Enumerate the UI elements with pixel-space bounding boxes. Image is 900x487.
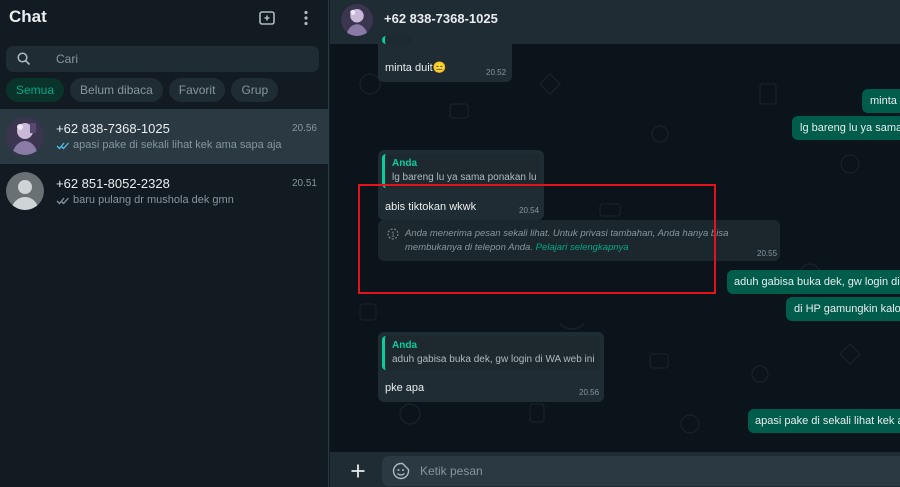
menu-button[interactable]	[295, 7, 317, 29]
notice-text: Anda menerima pesan sekali lihat. Untuk …	[405, 228, 729, 253]
chat-preview-text: baru pulang dr mushola dek gmn	[73, 194, 234, 206]
outgoing-message[interactable]: aduh gabisa buka dek, gw login di	[727, 270, 900, 294]
message-text: abis tiktokan wkwk	[385, 201, 477, 213]
chat-preview: apasi pake di sekali lihat kek ama sapa …	[56, 139, 282, 151]
default-avatar-icon	[6, 172, 44, 210]
filter-grup[interactable]: Grup	[231, 78, 279, 102]
emoji-unamused: 😑	[432, 62, 447, 74]
new-chat-button[interactable]	[256, 7, 278, 29]
chat-sidebar: Chat Semua	[0, 0, 329, 487]
quote-text: lg bareng lu ya sama ponakan lu	[392, 172, 537, 183]
message-time: 20.52	[486, 68, 507, 77]
quoted-message[interactable]: Anda lg bareng lu ya sama ponakan lu	[382, 154, 540, 188]
avatar	[6, 172, 44, 210]
chat-name: +62 838-7368-1025	[56, 121, 170, 136]
chat-list-item[interactable]: +62 851-8052-2328 20.51 baru pulang dr m…	[0, 164, 329, 219]
avatar	[6, 117, 44, 155]
message-text: aduh gabisa buka dek, gw login di	[734, 276, 900, 288]
view-once-notice: 1 Anda menerima pesan sekali lihat. Untu…	[378, 220, 780, 261]
message-time: 20.56	[579, 388, 600, 397]
outgoing-message[interactable]: di HP gamungkin kalo	[786, 297, 900, 321]
chat-name: +62 851-8052-2328	[56, 176, 170, 191]
view-once-icon: 1	[387, 228, 399, 240]
chat-list-item[interactable]: +62 838-7368-1025 20.56 apasi pake di se…	[0, 109, 329, 164]
contact-name: +62 838-7368-1025	[384, 11, 498, 26]
sidebar-header: Chat	[0, 0, 329, 38]
message-text: minta	[870, 95, 897, 107]
filter-semua[interactable]: Semua	[6, 78, 65, 102]
sticker-emoji-icon[interactable]	[392, 462, 410, 480]
search-input[interactable]	[56, 50, 306, 68]
message-text: lg bareng lu ya sama	[800, 122, 900, 134]
message-text: apasi pake di sekali lihat kek am	[755, 415, 900, 427]
notice-time: 20.55	[757, 249, 778, 258]
quote-author: Anda	[392, 340, 417, 351]
incoming-reply-message[interactable]: Anda aduh gabisa buka dek, gw login di W…	[378, 332, 604, 402]
chat-preview-text: apasi pake di sekali lihat kek ama sapa …	[73, 139, 282, 151]
outgoing-message[interactable]: lg bareng lu ya sama	[792, 116, 900, 140]
search-bar	[6, 46, 319, 72]
message-input[interactable]	[420, 462, 820, 480]
read-ticks-icon	[56, 142, 69, 149]
message-text: di HP gamungkin kalo	[794, 303, 900, 315]
chat-preview: baru pulang dr mushola dek gmn	[56, 194, 234, 206]
message-time: 20.54	[519, 206, 540, 215]
chat-time: 20.56	[291, 123, 317, 134]
quoted-message[interactable]: Anda aduh gabisa buka dek, gw login di W…	[382, 336, 600, 370]
message-box	[382, 456, 900, 486]
sidebar-title: Chat	[9, 7, 47, 26]
chat-filters: Semua Belum dibaca Favorit Grup	[6, 78, 279, 102]
delivered-ticks-icon	[56, 197, 69, 204]
learn-more-link[interactable]: Pelajari selengkapnya	[536, 242, 629, 253]
contact-avatar[interactable]	[341, 4, 373, 36]
chat-time: 20.51	[291, 178, 317, 189]
outgoing-message[interactable]: apasi pake di sekali lihat kek am	[748, 409, 900, 433]
message-text: minta duit😑	[385, 62, 447, 74]
svg-text:1: 1	[391, 232, 395, 239]
whatsapp-web-app: Chat Semua	[0, 0, 900, 487]
more-vertical-icon	[304, 10, 308, 26]
quoted-message-fragment	[382, 36, 412, 44]
filter-favorit[interactable]: Favorit	[168, 78, 226, 102]
filter-belum-dibaca[interactable]: Belum dibaca	[70, 78, 163, 102]
message-text: pke apa	[385, 382, 425, 394]
quote-author: Anda	[392, 158, 417, 169]
new-chat-icon	[259, 11, 275, 25]
plus-icon	[351, 464, 365, 478]
search-icon	[17, 52, 31, 66]
outgoing-message[interactable]: minta	[862, 89, 900, 113]
conversation-panel: +62 838-7368-1025 minta duit😑 20.52 mint…	[330, 0, 900, 487]
incoming-message[interactable]: minta duit😑 20.52	[378, 36, 512, 82]
quote-text: aduh gabisa buka dek, gw login di WA web…	[392, 354, 595, 365]
composer-bar	[330, 452, 900, 487]
attach-button[interactable]	[348, 461, 368, 481]
incoming-reply-message[interactable]: Anda lg bareng lu ya sama ponakan lu abi…	[378, 150, 544, 220]
